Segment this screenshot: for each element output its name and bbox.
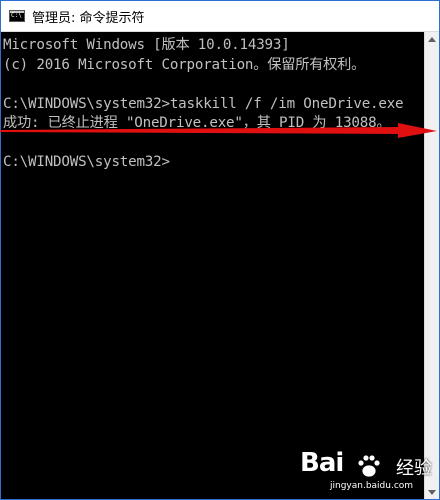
annotation-arrow-icon <box>0 123 437 138</box>
console-line-copyright: (c) 2016 Microsoft Corporation。保留所有权利。 <box>3 56 366 73</box>
watermark-jingyan: 经验 <box>396 458 432 479</box>
baidu-jingyan-watermark: Bai 经验 jingyan.baidu.com <box>300 448 438 496</box>
scroll-up-button[interactable] <box>425 32 439 46</box>
arrow-shape <box>0 123 437 138</box>
vertical-scrollbar[interactable] <box>424 32 439 499</box>
watermark-logo-text: Bai <box>300 448 344 478</box>
command-prompt-window: 管理员: 命令提示符 Microsoft Windows [版本 10.0.14… <box>0 0 440 500</box>
title-bar[interactable]: 管理员: 命令提示符 <box>1 1 439 32</box>
watermark-url: jingyan.baidu.com <box>330 481 414 491</box>
console-line-command: C:\WINDOWS\system32>taskkill /f /im OneD… <box>3 95 404 112</box>
chevron-up-icon <box>428 36 436 42</box>
window-title: 管理员: 命令提示符 <box>32 10 145 26</box>
cmd-icon <box>9 10 25 22</box>
console-output[interactable]: Microsoft Windows [版本 10.0.14393] (c) 20… <box>1 32 425 499</box>
paw-icon <box>357 454 381 478</box>
console-line-version: Microsoft Windows [版本 10.0.14393] <box>3 37 290 53</box>
console-line-prompt: C:\WINDOWS\system32> <box>3 154 170 170</box>
